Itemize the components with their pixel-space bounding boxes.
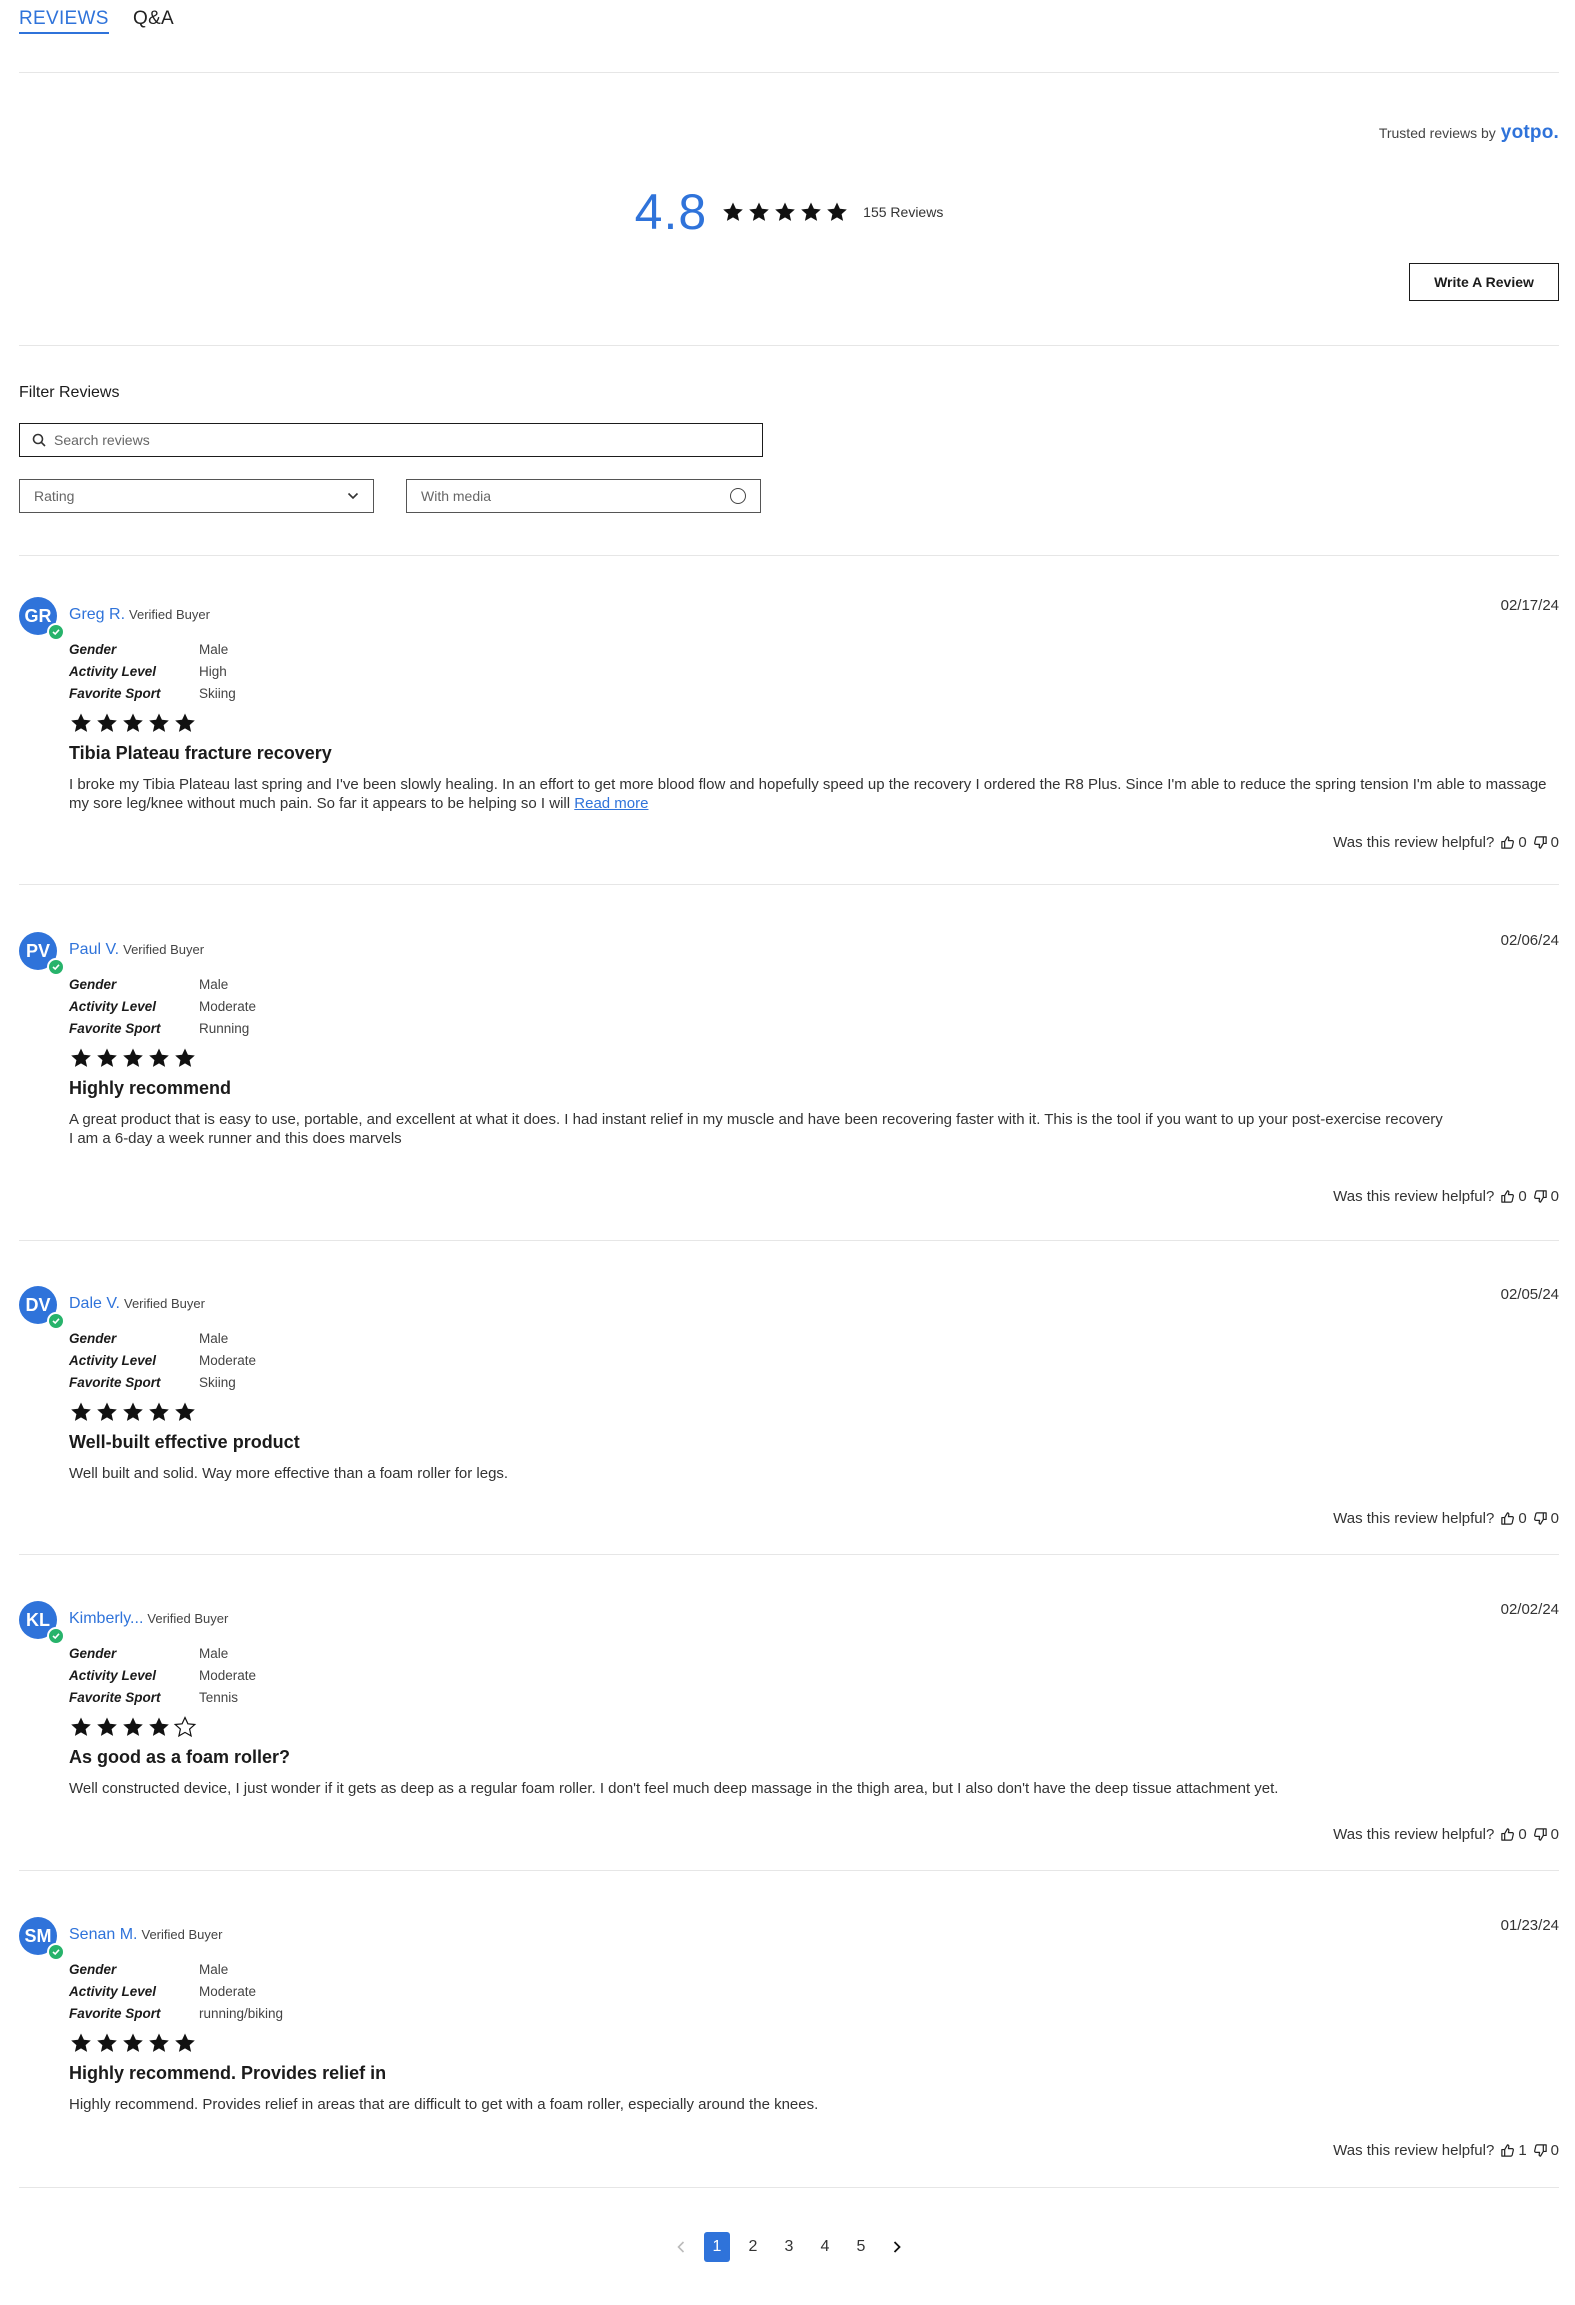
page-2-button[interactable]: 2: [740, 2232, 766, 2262]
pagination-area: 12345: [19, 0, 1559, 2305]
reviews-widget: REVIEWS Q&A Trusted reviews by yotpo. 4.…: [0, 0, 1575, 2305]
page-3-button[interactable]: 3: [776, 2232, 802, 2262]
prev-page-button[interactable]: [668, 2232, 694, 2262]
page-1-button[interactable]: 1: [704, 2232, 730, 2262]
next-page-button[interactable]: [884, 2232, 910, 2262]
pagination: 12345: [19, 2232, 1559, 2262]
page-4-button[interactable]: 4: [812, 2232, 838, 2262]
chevron-right-icon: [893, 2241, 901, 2253]
chevron-left-icon: [677, 2241, 685, 2253]
page-5-button[interactable]: 5: [848, 2232, 874, 2262]
